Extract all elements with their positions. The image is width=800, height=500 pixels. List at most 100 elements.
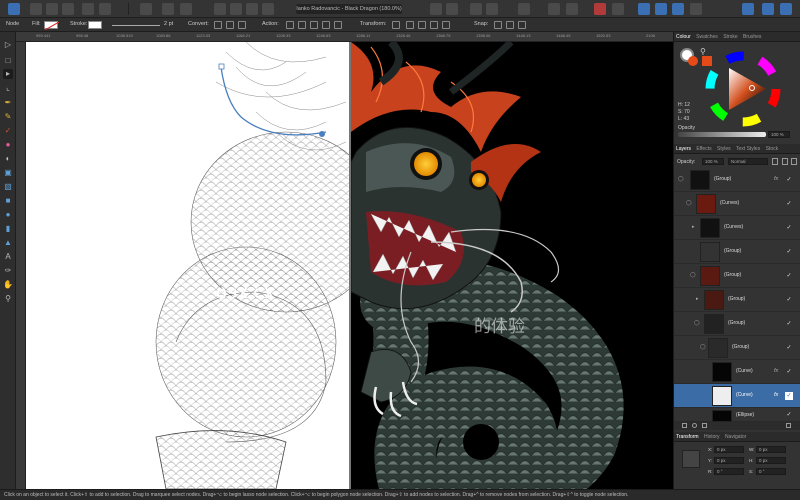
transform-align-icon[interactable] bbox=[430, 21, 438, 29]
stroke-width-value[interactable]: 2 pt bbox=[164, 21, 173, 27]
transform-distribute-icon[interactable] bbox=[442, 21, 450, 29]
collapse-arrow-icon[interactable]: ◯ bbox=[694, 320, 700, 326]
layer-menu-icon[interactable] bbox=[791, 158, 797, 165]
curve-node-handle[interactable] bbox=[319, 131, 325, 137]
persona-pixel-icon[interactable] bbox=[46, 3, 58, 15]
add-layer-icon[interactable] bbox=[682, 423, 687, 428]
zoom-icon[interactable] bbox=[690, 3, 702, 15]
tab-text-styles[interactable]: Text Styles bbox=[734, 146, 762, 152]
horizontal-ruler[interactable]: 959.441 998.48 1038.519 1083.86 1123.03 … bbox=[16, 32, 673, 42]
stroke-swatch[interactable] bbox=[88, 21, 102, 29]
arrange-front-icon[interactable] bbox=[430, 3, 442, 15]
clip-icon[interactable] bbox=[566, 3, 578, 15]
colour-wheel[interactable] bbox=[704, 50, 782, 128]
stroke-colour-circle[interactable] bbox=[688, 56, 698, 66]
tab-colour[interactable]: Colour bbox=[674, 34, 693, 40]
snap-curves-icon[interactable] bbox=[506, 21, 514, 29]
layer-name[interactable]: (Group) bbox=[728, 296, 745, 302]
layer-name[interactable]: (Group) bbox=[724, 272, 741, 278]
layer-row[interactable]: ◯ (Group) ✓ bbox=[674, 336, 800, 360]
layer-name[interactable]: (Curves) bbox=[724, 224, 743, 230]
fx-icon[interactable]: fx bbox=[774, 176, 778, 182]
flip-vertical-icon[interactable] bbox=[486, 3, 498, 15]
shear-field[interactable]: 0 ° bbox=[756, 468, 786, 475]
x-field[interactable]: 0 px bbox=[714, 446, 744, 453]
layer-settings-icon[interactable] bbox=[782, 158, 788, 165]
affinity-designer-logo-icon[interactable] bbox=[8, 3, 20, 15]
h-field[interactable]: 0 px bbox=[756, 457, 786, 464]
visibility-checkbox[interactable]: ✓ bbox=[785, 392, 793, 400]
tab-effects[interactable]: Effects bbox=[694, 146, 713, 152]
crop-tool-icon[interactable]: ▧ bbox=[3, 182, 13, 192]
move-tool-icon[interactable]: ▷ bbox=[3, 40, 13, 50]
delete-layer-icon[interactable] bbox=[786, 423, 791, 428]
boolean-intersect-icon[interactable] bbox=[246, 3, 258, 15]
rectangle-tool-icon[interactable]: ■ bbox=[3, 196, 13, 206]
studio-panel-icon[interactable] bbox=[638, 3, 650, 15]
visibility-checkbox[interactable]: ✓ bbox=[785, 200, 793, 208]
tab-styles[interactable]: Styles bbox=[715, 146, 733, 152]
curve-node-handle[interactable] bbox=[218, 63, 225, 70]
action-break-icon[interactable] bbox=[286, 21, 294, 29]
vertical-ruler[interactable] bbox=[16, 42, 26, 489]
geometry-icon[interactable] bbox=[612, 3, 624, 15]
opacity-slider[interactable] bbox=[678, 132, 766, 137]
node-tool-icon[interactable]: ▸ bbox=[3, 69, 13, 79]
outline-view-icon[interactable] bbox=[180, 3, 192, 15]
y-field[interactable]: 0 px bbox=[714, 457, 744, 464]
collapse-arrow-icon[interactable]: ◯ bbox=[690, 272, 696, 278]
boolean-subtract-icon[interactable] bbox=[230, 3, 242, 15]
visibility-checkbox[interactable]: ✓ bbox=[785, 176, 793, 184]
corner-tool-icon[interactable]: ⌞ bbox=[3, 83, 13, 93]
transform-hide-icon[interactable] bbox=[406, 21, 414, 29]
ellipse-tool-icon[interactable]: ● bbox=[3, 210, 13, 220]
layer-name[interactable]: (Group) bbox=[724, 248, 741, 254]
visibility-checkbox[interactable]: ✓ bbox=[785, 320, 793, 328]
action-close-icon[interactable] bbox=[298, 21, 306, 29]
layer-name[interactable]: (Group) bbox=[732, 344, 749, 350]
vector-brush-tool-icon[interactable]: ✓ bbox=[3, 126, 13, 136]
tab-layers[interactable]: Layers bbox=[674, 146, 693, 152]
transparency-tool-icon[interactable]: ◐ bbox=[3, 154, 13, 164]
action-reverse-icon[interactable] bbox=[334, 21, 342, 29]
zoom-tool-icon[interactable]: ⚲ bbox=[3, 294, 13, 304]
layer-row[interactable]: ◯ (Group) fx ✓ bbox=[674, 168, 800, 192]
document-canvas[interactable]: OSX.CX 的体验 bbox=[26, 42, 673, 489]
share-icon[interactable] bbox=[742, 3, 754, 15]
boolean-add-icon[interactable] bbox=[214, 3, 226, 15]
collapse-arrow-icon[interactable]: ◯ bbox=[700, 344, 706, 350]
action-join-icon[interactable] bbox=[322, 21, 330, 29]
document-setup-icon[interactable] bbox=[82, 3, 94, 15]
mask-icon[interactable] bbox=[548, 3, 560, 15]
boolean-xor-icon[interactable] bbox=[262, 3, 274, 15]
fx-icon[interactable]: fx bbox=[774, 368, 778, 374]
transform-mode-icon[interactable] bbox=[392, 21, 400, 29]
persona-export-icon[interactable] bbox=[62, 3, 74, 15]
snapping-icon[interactable] bbox=[99, 3, 111, 15]
rounded-rectangle-tool-icon[interactable]: ▮ bbox=[3, 224, 13, 234]
arrange-back-icon[interactable] bbox=[446, 3, 458, 15]
adjustment-layer-icon[interactable] bbox=[702, 423, 707, 428]
visibility-checkbox[interactable]: ✓ bbox=[785, 272, 793, 280]
split-view-divider[interactable] bbox=[349, 42, 351, 489]
layer-row[interactable]: ▸ (Group) ✓ bbox=[674, 288, 800, 312]
account-icon[interactable] bbox=[780, 3, 792, 15]
lock-icon[interactable] bbox=[772, 158, 778, 165]
text-tool-icon[interactable]: A bbox=[3, 252, 13, 262]
pen-tool-icon[interactable]: ✒ bbox=[3, 98, 13, 108]
layer-row[interactable]: ◯ (Group) ✓ bbox=[674, 312, 800, 336]
collapse-arrow-icon[interactable]: ◯ bbox=[678, 176, 684, 182]
tab-swatches[interactable]: Swatches bbox=[694, 34, 720, 40]
snap-nodes-icon[interactable] bbox=[494, 21, 502, 29]
stroke-width-slider[interactable] bbox=[112, 25, 160, 26]
w-field[interactable]: 0 px bbox=[756, 446, 786, 453]
rotation-field[interactable]: 0 ° bbox=[714, 468, 744, 475]
expand-arrow-icon[interactable]: ▸ bbox=[692, 224, 695, 230]
snap-lines-icon[interactable] bbox=[518, 21, 526, 29]
collapse-arrow-icon[interactable]: ◯ bbox=[686, 200, 692, 206]
fill-tool-icon[interactable]: ● bbox=[3, 140, 13, 150]
visibility-checkbox[interactable]: ✓ bbox=[785, 411, 793, 419]
layer-name[interactable]: (Curves) bbox=[720, 200, 739, 206]
preferences-icon[interactable] bbox=[672, 3, 684, 15]
opacity-value-field[interactable]: 100 % bbox=[768, 131, 790, 138]
